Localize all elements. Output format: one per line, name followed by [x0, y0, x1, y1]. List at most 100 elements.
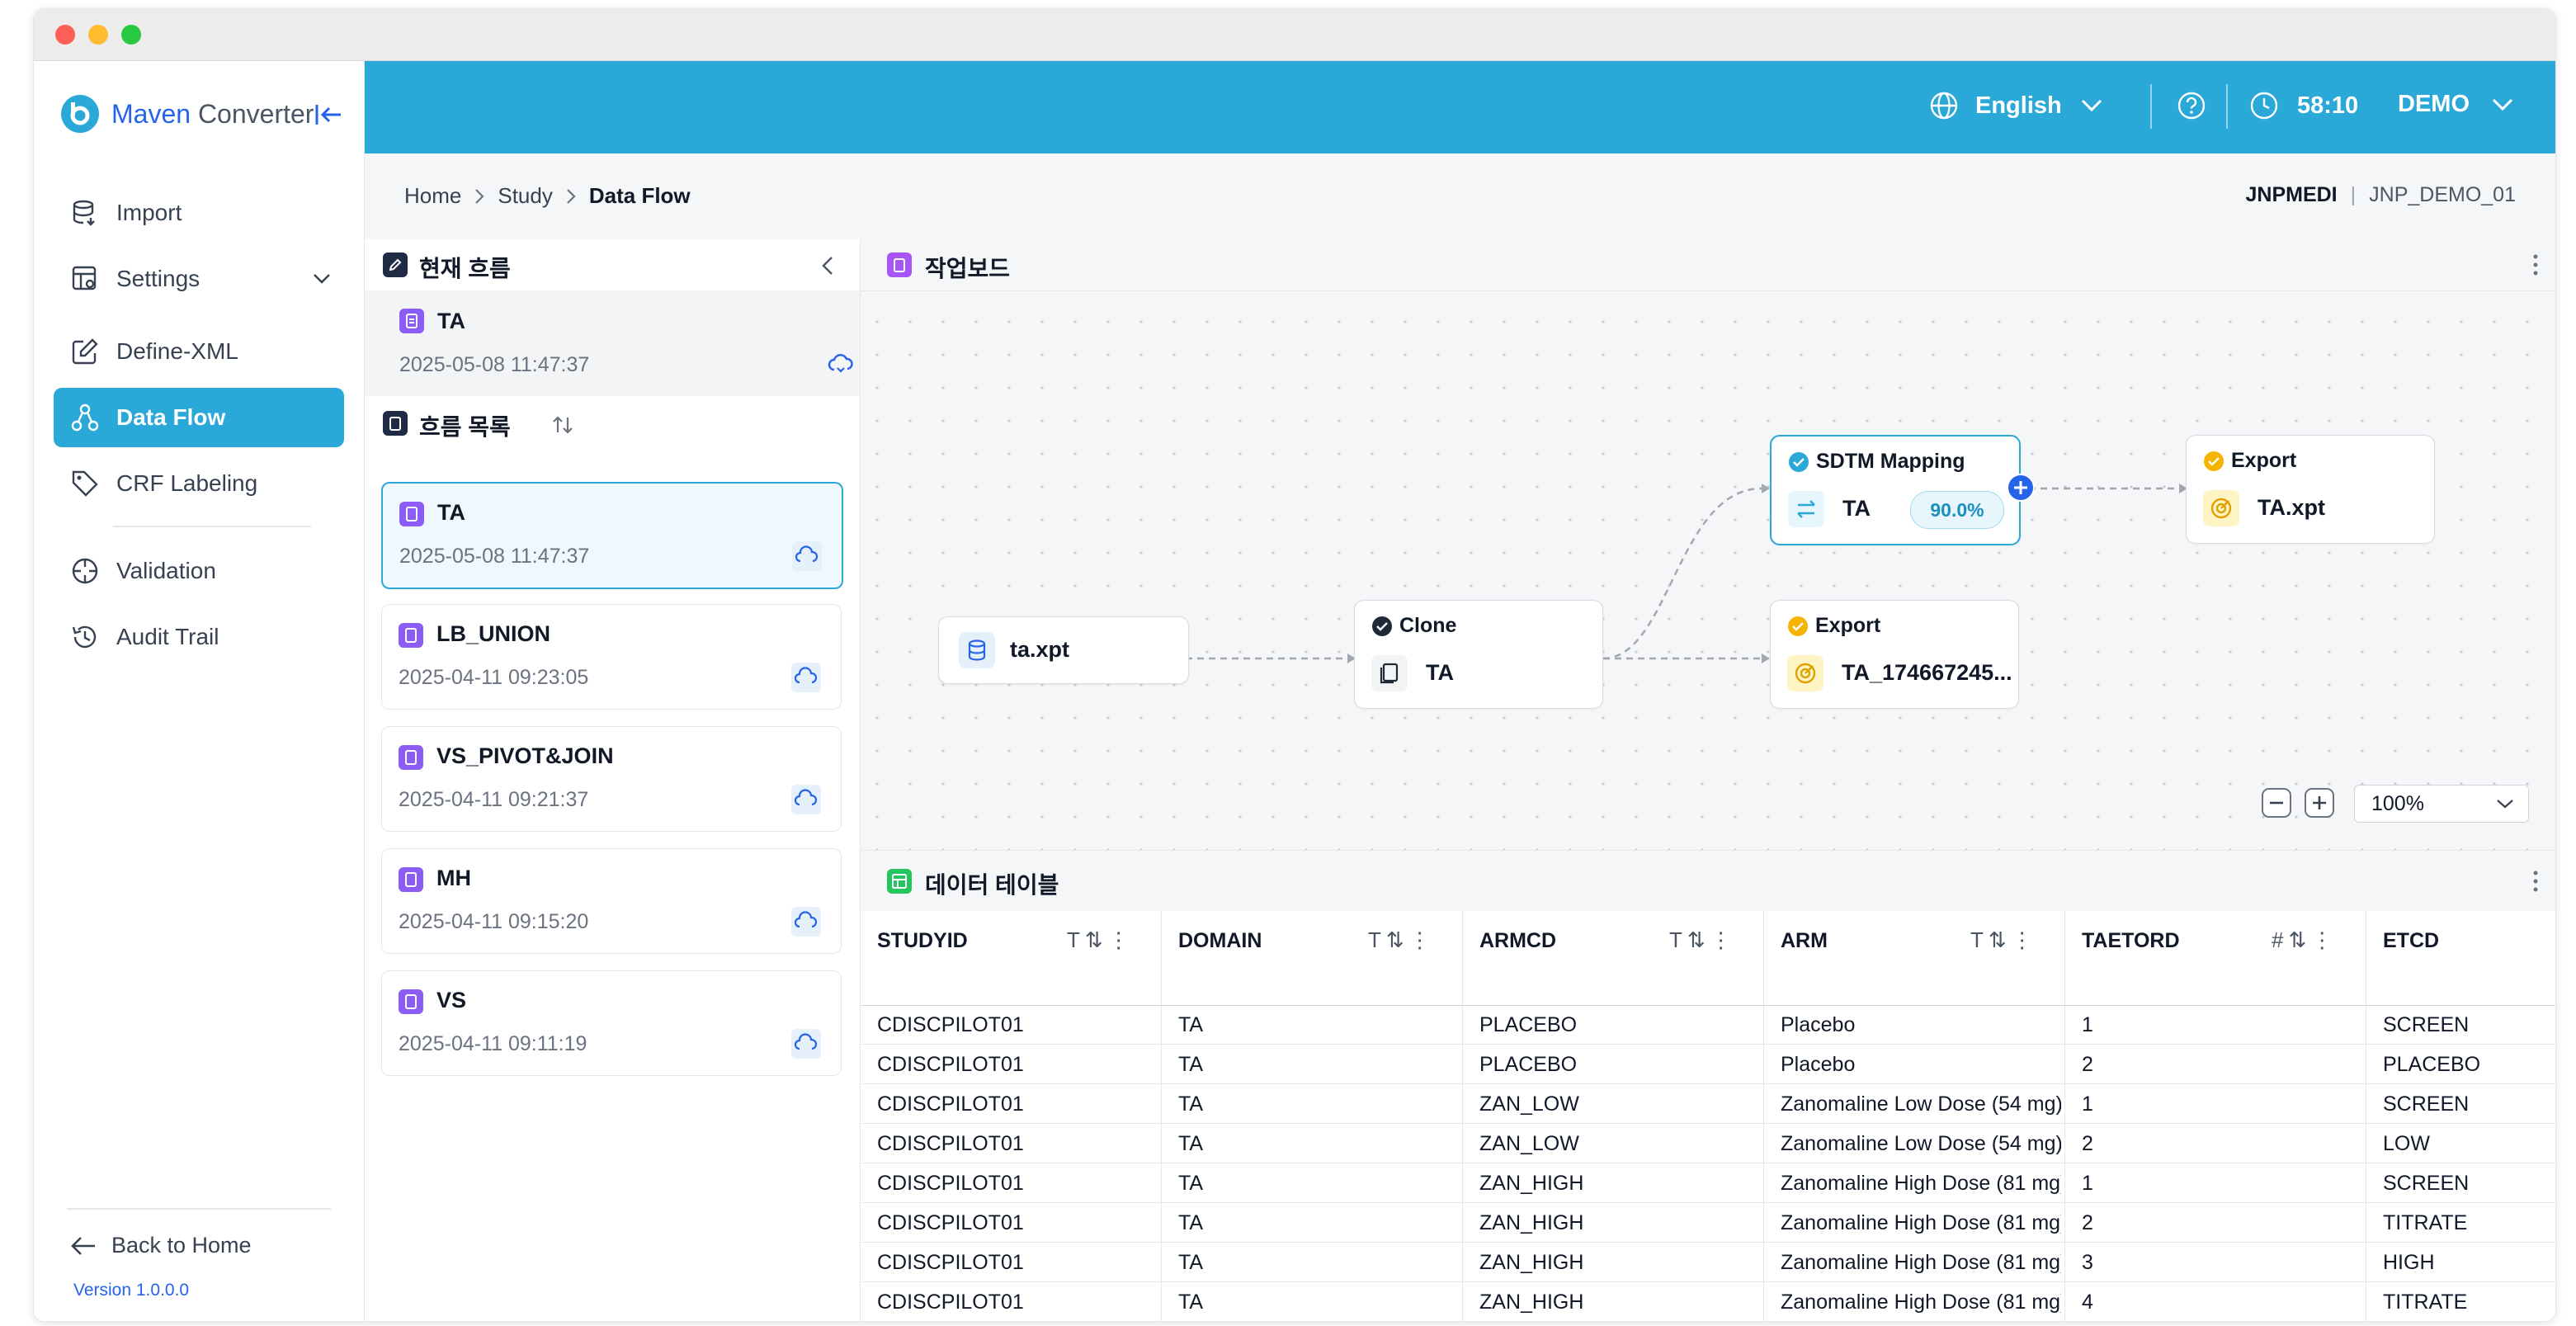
- table-cell: PLACEBO: [2383, 1053, 2481, 1076]
- column-header-studyid[interactable]: STUDYID T⇅⋮: [861, 911, 1162, 1006]
- cloud-sync-icon[interactable]: [791, 1029, 821, 1059]
- clone-node-label: TA: [1426, 660, 1454, 685]
- cloud-sync-icon[interactable]: [791, 663, 821, 692]
- maximize-window-button[interactable]: [121, 25, 141, 45]
- chevron-left-icon[interactable]: [820, 254, 835, 277]
- table-row[interactable]: CDISCPILOT01 TA PLACEBO Placebo 2 PLACEBO: [861, 1045, 2555, 1084]
- table-row[interactable]: CDISCPILOT01 TA ZAN_HIGH Zanomaline High Do…: [861, 1203, 2555, 1243]
- table-row[interactable]: CDISCPILOT01 TA ZAN_HIGH Zanomaline High Do…: [861, 1163, 2555, 1203]
- nav-validation[interactable]: Validation: [54, 541, 344, 601]
- flow-list-item[interactable]: MH 2025-04-11 09:15:20: [381, 848, 842, 954]
- nav-data-flow[interactable]: Data Flow: [54, 388, 344, 447]
- flow-date: 2025-04-11 09:15:20: [399, 910, 589, 933]
- version-text: Version 1.0.0.0: [73, 1281, 190, 1300]
- target-icon: [1787, 655, 1823, 691]
- nav-crf-labeling[interactable]: CRF Labeling: [54, 454, 344, 513]
- table-row[interactable]: CDISCPILOT01 TA ZAN_HIGH Zanomaline High Do…: [861, 1282, 2555, 1321]
- sidebar-bottom-divider: [67, 1208, 331, 1210]
- arrow-left-icon: [71, 1236, 95, 1255]
- nav-define-xml[interactable]: Define-XML: [54, 322, 344, 381]
- language-selector[interactable]: English: [1929, 91, 2103, 120]
- column-header-arm[interactable]: ARM T⇅⋮: [1764, 911, 2065, 1006]
- session-timer: 58:10: [2249, 91, 2358, 120]
- breadcrumb-trail: Home Study Data Flow: [404, 183, 691, 209]
- logo-word-2: Converter: [197, 98, 314, 129]
- nav-audit-trail[interactable]: Audit Trail: [54, 607, 344, 667]
- column-header-label: ETCD: [2383, 929, 2440, 952]
- column-tools-icon[interactable]: T⇅⋮: [1669, 927, 1737, 953]
- column-header-domain[interactable]: DOMAIN T⇅⋮: [1162, 911, 1463, 1006]
- sdtm-mapping-title: SDTM Mapping: [1816, 450, 1965, 473]
- table-icon: [887, 869, 912, 894]
- cloud-sync-icon[interactable]: [791, 907, 821, 937]
- nav-import[interactable]: Import: [54, 183, 344, 243]
- cloud-sync-icon[interactable]: [791, 785, 821, 814]
- sort-icon[interactable]: [551, 414, 574, 436]
- collapse-sidebar-icon[interactable]: [314, 102, 342, 127]
- table-cell: TA: [1178, 1211, 1204, 1234]
- flow-list-title: 흐름 목록: [419, 414, 511, 440]
- nav-data-flow-label: Data Flow: [116, 404, 226, 430]
- table-body: CDISCPILOT01 TA PLACEBO Placebo 1 SCREEN CDISC…: [861, 1005, 2555, 1321]
- column-tools-icon[interactable]: T⇅⋮: [1067, 927, 1135, 953]
- table-row[interactable]: CDISCPILOT01 TA PLACEBO Placebo 1 SCREEN: [861, 1005, 2555, 1045]
- breadcrumb-study[interactable]: Study: [498, 183, 553, 209]
- breadcrumb-data-flow: Data Flow: [588, 183, 691, 208]
- flow-list-item[interactable]: VS_PIVOT&JOIN 2025-04-11 09:21:37: [381, 726, 842, 832]
- source-node[interactable]: ta.xpt: [938, 616, 1189, 684]
- timer-value: 58:10: [2297, 92, 2359, 119]
- table-cell: 4: [2082, 1291, 2093, 1314]
- nav-validation-label: Validation: [116, 558, 216, 583]
- column-header-taetord[interactable]: TAETORD #⇅⋮: [2065, 911, 2366, 1006]
- flow-list-item[interactable]: VS 2025-04-11 09:11:19: [381, 970, 842, 1076]
- table-row[interactable]: CDISCPILOT01 TA ZAN_LOW Zanomaline Low Dose…: [861, 1124, 2555, 1163]
- more-vertical-icon[interactable]: [2532, 252, 2539, 277]
- breadcrumb: Home Study Data Flow JNPMEDI | JNP_DEMO_…: [365, 153, 2555, 239]
- target-icon: [2203, 490, 2239, 526]
- work-board-title: 작업보드: [925, 256, 1011, 281]
- close-window-button[interactable]: [55, 25, 75, 45]
- export-node-1-label: TA.xpt: [2258, 495, 2325, 520]
- zoom-in-icon[interactable]: [2305, 788, 2334, 818]
- column-tools-icon[interactable]: T⇅⋮: [1368, 927, 1436, 953]
- logo-word-1: Maven: [111, 98, 191, 129]
- clone-node[interactable]: Clone TA: [1354, 600, 1603, 709]
- table-row[interactable]: CDISCPILOT01 TA ZAN_LOW Zanomaline Low Dose…: [861, 1084, 2555, 1124]
- table-cell: 2: [2082, 1053, 2093, 1076]
- cloud-sync-icon[interactable]: [827, 350, 855, 378]
- user-menu[interactable]: DEMO: [2398, 91, 2514, 118]
- cloud-sync-icon[interactable]: [792, 541, 822, 571]
- help-icon[interactable]: [2177, 91, 2206, 120]
- breadcrumb-home[interactable]: Home: [404, 183, 461, 209]
- column-header-armcd[interactable]: ARMCD T⇅⋮: [1463, 911, 1764, 1006]
- check-circle-icon: [1788, 616, 1808, 636]
- clock-icon: [2250, 92, 2278, 120]
- table-cell: ZAN_HIGH: [1479, 1291, 1584, 1314]
- table-cell: Placebo: [1781, 1013, 1856, 1036]
- flow-list-item[interactable]: LB_UNION 2025-04-11 09:23:05: [381, 604, 842, 710]
- table-cell: TA: [1178, 1013, 1204, 1036]
- globe-icon: [1930, 92, 1958, 120]
- add-node-icon[interactable]: [2006, 473, 2036, 503]
- more-vertical-icon[interactable]: [2532, 869, 2539, 894]
- table-cell: TA: [1178, 1172, 1204, 1195]
- flow-list-header: 흐름 목록: [365, 396, 860, 447]
- zoom-select[interactable]: 100%: [2354, 785, 2529, 823]
- current-flow-item[interactable]: TA 2025-05-08 11:47:37: [365, 290, 860, 396]
- zoom-out-icon[interactable]: [2262, 788, 2291, 818]
- flow-list-item[interactable]: TA 2025-05-08 11:47:37: [381, 482, 843, 589]
- nav-settings[interactable]: Settings: [54, 249, 344, 309]
- table-row[interactable]: CDISCPILOT01 TA ZAN_HIGH Zanomaline High Do…: [861, 1243, 2555, 1282]
- export-node-2-label: TA_174667245...: [1842, 660, 2012, 685]
- column-header-etcd[interactable]: ETCD: [2366, 911, 2555, 1006]
- export-node-2[interactable]: Export TA_174667245...: [1770, 600, 2019, 709]
- column-tools-icon[interactable]: #⇅⋮: [2272, 927, 2338, 953]
- sdtm-mapping-node[interactable]: SDTM Mapping TA 90.0%: [1770, 435, 2035, 545]
- back-to-home-link[interactable]: Back to Home: [70, 1233, 252, 1258]
- tag-icon: [72, 470, 98, 497]
- table-cell: Zanomaline High Dose (81 mg): [1781, 1211, 2061, 1234]
- minimize-window-button[interactable]: [88, 25, 108, 45]
- export-node-1[interactable]: Export TA.xpt: [2186, 435, 2435, 544]
- column-header-label: ARMCD: [1479, 929, 1557, 952]
- column-tools-icon[interactable]: T⇅⋮: [1970, 927, 2038, 953]
